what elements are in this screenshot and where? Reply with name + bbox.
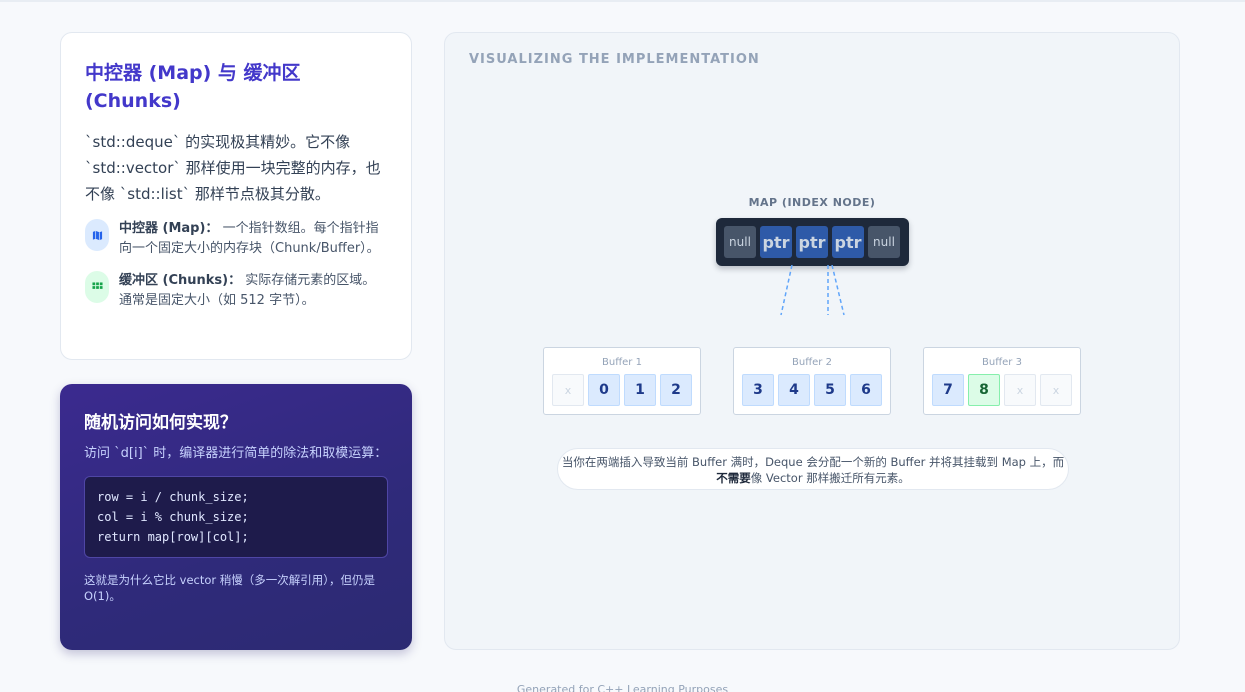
- buffer-label: Buffer 1: [602, 357, 642, 368]
- map-cell-ptr: ptr: [796, 226, 828, 258]
- buffer-cell: 5: [814, 374, 846, 406]
- buffer-cell: 1: [624, 374, 656, 406]
- bullet-chunks-text: 缓冲区 (Chunks)： 实际存储元素的区域。通常是固定大小（如 512 字节…: [119, 271, 387, 311]
- grid-icon: [85, 271, 109, 303]
- random-access-card: 随机访问如何实现？ 访问 `d[i]` 时，编译器进行简单的除法和取模运算： r…: [60, 384, 412, 650]
- bullet-map-term: 中控器 (Map)：: [119, 221, 219, 236]
- buffer-cell-empty: x: [552, 374, 584, 406]
- random-access-note: 这就是为什么它比 vector 稍慢（多一次解引用），但仍是 O(1)。: [84, 573, 376, 603]
- map-icon: [85, 219, 109, 251]
- buffer-cell-empty: x: [1004, 374, 1036, 406]
- buffer-cell: 3: [742, 374, 774, 406]
- code-line: row = i / chunk_size;: [97, 490, 249, 504]
- pointer-links: [780, 265, 845, 316]
- code-line: col = i % chunk_size;: [97, 510, 249, 524]
- bullet-chunks: 缓冲区 (Chunks)： 实际存储元素的区域。通常是固定大小（如 512 字节…: [85, 271, 387, 311]
- buffer-label: Buffer 2: [792, 357, 832, 368]
- map-cell-ptr: ptr: [832, 226, 864, 258]
- pointer-link: [831, 265, 845, 316]
- info-title: 中控器 (Map) 与 缓冲区 (Chunks): [85, 62, 301, 112]
- buffer-cell: 7: [932, 374, 964, 406]
- buffer-cell: 4: [778, 374, 810, 406]
- code-line: return map[row][col];: [97, 530, 249, 544]
- buffer-label: Buffer 3: [982, 357, 1022, 368]
- code-block: row = i / chunk_size; col = i % chunk_si…: [84, 476, 388, 558]
- buffer-cell: 0: [588, 374, 620, 406]
- buffer-cell-empty: x: [1040, 374, 1072, 406]
- bullet-map: 中控器 (Map)： 一个指针数组。每个指针指向一个固定大小的内存块（Chunk…: [85, 219, 387, 259]
- random-access-description: 访问 `d[i]` 时，编译器进行简单的除法和取模运算：: [84, 446, 388, 461]
- random-access-title: 随机访问如何实现？: [84, 413, 237, 433]
- bullet-chunks-term: 缓冲区 (Chunks)：: [119, 273, 242, 288]
- info-card: 中控器 (Map) 与 缓冲区 (Chunks) `std::deque` 的实…: [60, 32, 412, 360]
- map-cell-null: null: [868, 226, 900, 258]
- buffer-cell: 2: [660, 374, 692, 406]
- info-description: `std::deque` 的实现极其精妙。它不像 `std::vector` 那…: [85, 133, 381, 203]
- visualization-panel: VISUALIZING THE IMPLEMENTATION MAP (INDE…: [444, 32, 1180, 650]
- visualization-heading: VISUALIZING THE IMPLEMENTATION: [469, 52, 760, 67]
- explanation-note: 当你在两端插入导致当前 Buffer 满时，Deque 会分配一个新的 Buff…: [557, 448, 1069, 490]
- map-label: MAP (INDEX NODE): [748, 196, 876, 209]
- map-cell-ptr: ptr: [760, 226, 792, 258]
- buffer-3: Buffer 3 7 8 x x: [923, 347, 1081, 415]
- map-index-node: null ptr ptr ptr null: [716, 218, 909, 266]
- bullet-map-text: 中控器 (Map)： 一个指针数组。每个指针指向一个固定大小的内存块（Chunk…: [119, 219, 387, 259]
- buffer-cell: 6: [850, 374, 882, 406]
- note-emphasis: 不需要: [716, 471, 751, 485]
- buffer-cell-new: 8: [968, 374, 1000, 406]
- footer-text: Generated for C++ Learning Purposes: [516, 683, 729, 692]
- map-cell-null: null: [724, 226, 756, 258]
- buffer-2: Buffer 2 3 4 5 6: [733, 347, 891, 415]
- buffer-1: Buffer 1 x 0 1 2: [543, 347, 701, 415]
- pointer-link: [780, 265, 793, 316]
- top-divider: [0, 0, 1245, 2]
- note-text: 当你在两端插入导致当前 Buffer 满时，Deque 会分配一个新的 Buff…: [561, 455, 1065, 469]
- note-text: 像 Vector 那样搬迁所有元素。: [750, 471, 910, 485]
